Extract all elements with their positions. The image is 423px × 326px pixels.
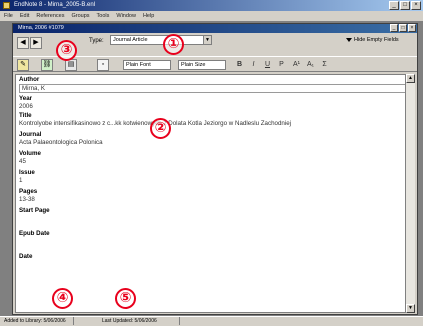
callout-marker-5: ⑤: [115, 288, 136, 309]
hide-empty-fields-toggle[interactable]: Hide Empty Fields: [346, 37, 399, 43]
field-value-volume[interactable]: 45: [19, 158, 406, 166]
link-icon[interactable]: ⛓: [41, 59, 53, 71]
status-bar: Added to Library: 5/06/2006 Last Updated…: [0, 316, 423, 325]
field-label-pages: Pages: [19, 188, 38, 195]
menu-window[interactable]: Window: [116, 11, 136, 21]
reference-type-label: Type:: [89, 38, 104, 44]
bold-button[interactable]: B: [235, 60, 244, 70]
field-value-pages[interactable]: 13-38: [19, 196, 406, 204]
forward-arrow-icon[interactable]: ▶: [30, 37, 42, 49]
chevron-down-icon: ▼: [203, 36, 211, 44]
size-select[interactable]: Plain Size: [178, 60, 226, 70]
plain-button[interactable]: P: [277, 60, 286, 70]
callout-marker-1: ①: [163, 34, 184, 55]
scroll-up-icon[interactable]: ▲: [406, 74, 415, 83]
menu-edit[interactable]: Edit: [20, 11, 29, 21]
status-added: Added to Library: 5/06/2006: [2, 317, 74, 325]
ref-maximize-button[interactable]: □: [399, 24, 407, 32]
field-label-issue: Issue: [19, 169, 35, 176]
menu-references[interactable]: References: [36, 11, 64, 21]
close-button[interactable]: ×: [411, 1, 421, 10]
reference-type-value: Journal Article: [113, 37, 148, 43]
back-arrow-icon[interactable]: ◀: [17, 37, 29, 49]
ref-minimize-button[interactable]: _: [390, 24, 398, 32]
reference-window-title-bar: Mirna, 2006 #1079 _ □ ×: [13, 24, 417, 33]
minimize-button[interactable]: _: [389, 1, 399, 10]
field-label-volume: Volume: [19, 150, 41, 157]
subscript-button[interactable]: A₁: [306, 60, 315, 70]
font-value: Plain Font: [126, 62, 151, 68]
menu-help[interactable]: Help: [143, 11, 154, 21]
menu-groups[interactable]: Groups: [72, 11, 90, 21]
menu-file[interactable]: File: [4, 11, 13, 21]
hide-empty-label: Hide Empty Fields: [354, 37, 399, 43]
callout-marker-2: ②: [150, 118, 171, 139]
app-title-bar: EndNote 8 - Mirna_2005-B.enl _ □ ×: [0, 0, 423, 11]
field-label-year: Year: [19, 95, 33, 102]
attach-icon[interactable]: ✎: [17, 59, 29, 71]
field-value-year[interactable]: 2006: [19, 103, 406, 111]
italic-button[interactable]: I: [249, 60, 258, 70]
triangle-icon: [346, 38, 352, 42]
font-select[interactable]: Plain Font: [123, 60, 171, 70]
reference-fields-panel: Author Mirna, K Year 2006 Title Kontroly…: [15, 74, 407, 313]
field-value-author[interactable]: Mirna, K: [19, 84, 406, 93]
menu-bar: File Edit References Groups Tools Window…: [0, 11, 423, 21]
field-value-issue[interactable]: 1: [19, 177, 406, 185]
scroll-down-icon[interactable]: ▼: [406, 304, 415, 313]
field-label-title: Title: [19, 112, 32, 119]
field-value-journal[interactable]: Acta Palaeontologica Polonica: [19, 139, 406, 147]
format-toolbar: ✎ ⛓ ▤ ▫ Plain Font Plain Size B I U P A¹…: [13, 56, 417, 72]
superscript-button[interactable]: A¹: [292, 60, 301, 70]
app-title: EndNote 8 - Mirna_2005-B.enl: [14, 2, 96, 8]
figure-icon[interactable]: ▫: [97, 59, 109, 71]
size-value: Plain Size: [181, 62, 206, 68]
field-label-epub-date: Epub Date: [19, 230, 50, 237]
underline-button[interactable]: U: [263, 60, 272, 70]
callout-marker-4: ④: [52, 288, 73, 309]
field-label-start-page: Start Page: [19, 207, 50, 214]
menu-tools[interactable]: Tools: [97, 11, 110, 21]
symbol-button[interactable]: Σ: [320, 60, 329, 70]
reference-window-title: Mirna, 2006 #1079: [18, 25, 64, 31]
field-label-date: Date: [19, 253, 33, 260]
app-icon: [3, 2, 10, 9]
status-updated: Last Updated: 5/06/2006: [100, 317, 180, 325]
field-label-journal: Journal: [19, 131, 42, 138]
callout-marker-3: ③: [56, 40, 77, 61]
ref-close-button[interactable]: ×: [408, 24, 416, 32]
maximize-button[interactable]: □: [400, 1, 410, 10]
field-label-author: Author: [19, 76, 40, 83]
vertical-scrollbar[interactable]: ▲ ▼: [405, 74, 415, 313]
reference-window: Mirna, 2006 #1079 _ □ × ◀ ▶ Type: Journa…: [12, 23, 418, 315]
reference-type-select[interactable]: Journal Article ▼: [110, 35, 212, 45]
field-value-title[interactable]: Kontrolyobe intensifikasinowo z c...kk k…: [19, 120, 406, 128]
